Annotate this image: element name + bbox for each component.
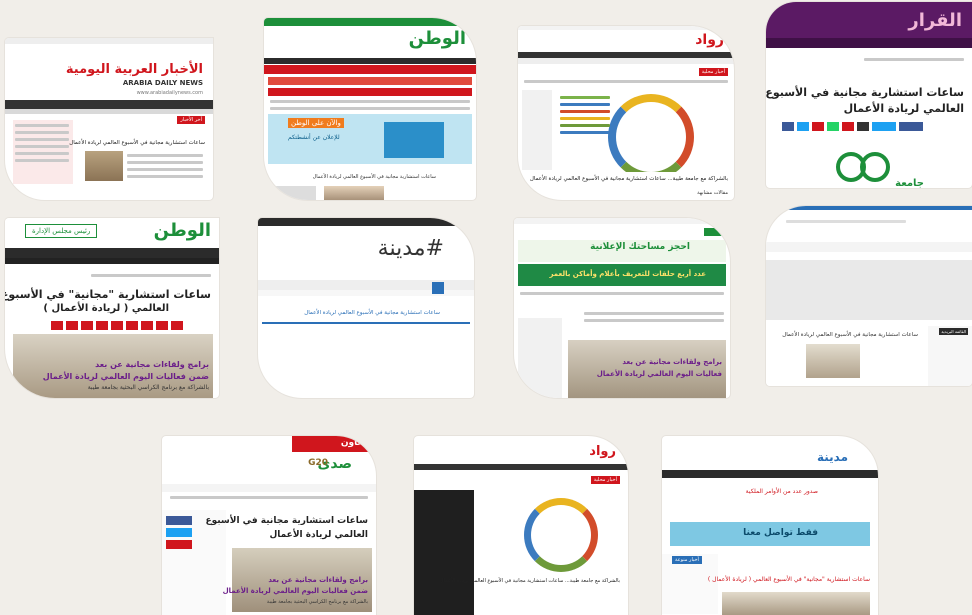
- thumbnail-rowad-2[interactable]: رواد أخبار محلية بالشراكة مع جامعة طيبة.…: [414, 436, 628, 615]
- article-headline: بالشراكة مع جامعة طيبة... ساعات استشارية…: [439, 578, 620, 584]
- contact-banner-text: فقط تواصل معنا: [743, 528, 818, 538]
- caption-1: برامج ولقاءات مجانية عن بعد: [622, 358, 722, 366]
- thumbnail-alwatan-2[interactable]: الوطن رئيس مجلس الإدارة ساعات استشارية "…: [5, 218, 219, 398]
- sidebar-title: أخبار منوعة: [672, 556, 702, 564]
- article-headline: ساعات استشارية مجانية في الأسبوع العالمي…: [782, 332, 918, 338]
- site-logo: مدينة: [816, 450, 848, 464]
- article-image: [568, 340, 726, 398]
- site-logo: رواد: [695, 32, 724, 48]
- article-headline: ساعات استشارية "مجانية" في الأسبوع العال…: [707, 576, 870, 583]
- thumbnail-arabia-daily-news[interactable]: الأخبار العربية اليومية ARABIA DAILY NEW…: [5, 38, 213, 200]
- site-logo: الوطن: [153, 220, 211, 241]
- top-ad: صدور عدد من الأوامر الملكية: [745, 488, 818, 495]
- share-buttons[interactable]: [782, 122, 923, 131]
- university-logo: [836, 152, 892, 182]
- article-headline: ساعات استشارية مجانية في الأسبوع العالمي…: [312, 174, 436, 180]
- thumbnail-ad-site[interactable]: احجز مساحتك الإعلانية عدد أربع حلقات للت…: [514, 218, 730, 398]
- ad-banner-1-text: احجز مساحتك الإعلانية: [590, 242, 690, 252]
- article-headline: ساعات استشارية مجانية في الأسبوع العالمي…: [304, 310, 440, 316]
- thumbnail-madina[interactable]: #مدينة ساعات استشارية مجانية في الأسبوع …: [258, 218, 474, 398]
- related-articles: مقالات مشابهة: [697, 190, 728, 196]
- top-ad-text: تعاون: [340, 438, 366, 448]
- ad-banner-2-text: عدد أربع حلقات للتعريف بأعلام وأماكن بال…: [549, 270, 706, 278]
- headline-line-1: ساعات استشارية "مجانية" في الأسبوع: [5, 288, 211, 301]
- article-headline: بالشراكة مع جامعة طيبة... ساعات استشارية…: [529, 176, 728, 182]
- thumbnail-madina-2[interactable]: مدينة صدور عدد من الأوامر الملكية فقط تو…: [662, 436, 878, 615]
- site-logo: #مدينة: [377, 236, 444, 261]
- section-tag: أخبار محلية: [698, 68, 728, 76]
- caption-1: برامج ولقاءات مجانية عن بعد: [95, 360, 209, 369]
- sidebar-title: القائمة البريدية: [939, 328, 968, 335]
- caption-1: برامج ولقاءات مجانية عن بعد: [268, 576, 368, 584]
- headline-line-2: العالمي لريادة الأعمال: [269, 530, 368, 540]
- article-headline: ساعات استشارية مجانية في الأسبوع العالمي…: [69, 140, 205, 146]
- caption-2: ضمن فعاليات اليوم العالمي لريادة الأعمال: [222, 587, 368, 595]
- editor-box: رئيس مجلس الإدارة: [25, 224, 98, 238]
- headline-line-2: العالمي ( لريادة الأعمال ): [43, 303, 169, 314]
- headline-line-1: ساعات استشارية مجانية في الأسبوع: [766, 86, 964, 99]
- caption-2: فعاليات اليوم العالمي لريادة الأعمال: [596, 370, 722, 378]
- university-name: جامعة: [895, 178, 924, 188]
- site-logo: القرار: [908, 10, 962, 31]
- nav-tag: أخر الأخبار: [177, 116, 205, 124]
- thumbnail-rowad-1[interactable]: رواد أخبار محلية بالشراكة مع جامعة طيبة.…: [518, 26, 734, 200]
- infographic: [484, 494, 618, 574]
- thumbnail-alwatan-1[interactable]: الوطن والآن على الوطن للإعلان عن أنشطتكم…: [264, 18, 476, 200]
- caption-2: ضمن فعاليات اليوم العالمي لريادة الأعمال: [42, 372, 209, 381]
- site-logo: رواد: [589, 444, 616, 459]
- article-image: [806, 344, 860, 378]
- thumbnail-sada[interactable]: تعاون صدى G20 ساعات استشارية مجانية في ا…: [162, 436, 376, 615]
- infographic: [558, 88, 708, 172]
- article-image: [85, 151, 123, 181]
- caption-3: بالشراكة مع برنامج الكراسي البحثية بجامع…: [87, 384, 209, 391]
- banner-title: والآن على الوطن: [288, 118, 344, 128]
- caption-3: بالشراكة مع برنامج الكراسي البحثية بجامع…: [266, 599, 368, 605]
- share-buttons[interactable]: [166, 516, 192, 549]
- thumbnail-alqarar[interactable]: القرار ساعات استشارية مجانية في الأسبوع …: [766, 2, 972, 188]
- site-logo: الأخبار العربية اليومية: [65, 62, 203, 77]
- thumbnail-gov-site[interactable]: ساعات استشارية مجانية في الأسبوع العالمي…: [766, 206, 972, 386]
- banner-sub: للإعلان عن أنشطتكم: [288, 134, 340, 141]
- article-image: [722, 592, 870, 615]
- article-image: [324, 186, 384, 200]
- headline-line-2: العالمي لريادة الأعمال: [843, 102, 964, 115]
- g20-badge: G20: [308, 458, 328, 468]
- section-tag: أخبار محلية: [590, 476, 620, 484]
- site-logo: الوطن: [408, 28, 466, 49]
- headline-line-1: ساعات استشارية مجانية في الأسبوع: [205, 516, 368, 526]
- share-buttons[interactable]: [51, 321, 183, 330]
- site-logo-en: ARABIA DAILY NEWS: [122, 79, 203, 87]
- site-url: www.arabiadailynews.com: [136, 90, 203, 96]
